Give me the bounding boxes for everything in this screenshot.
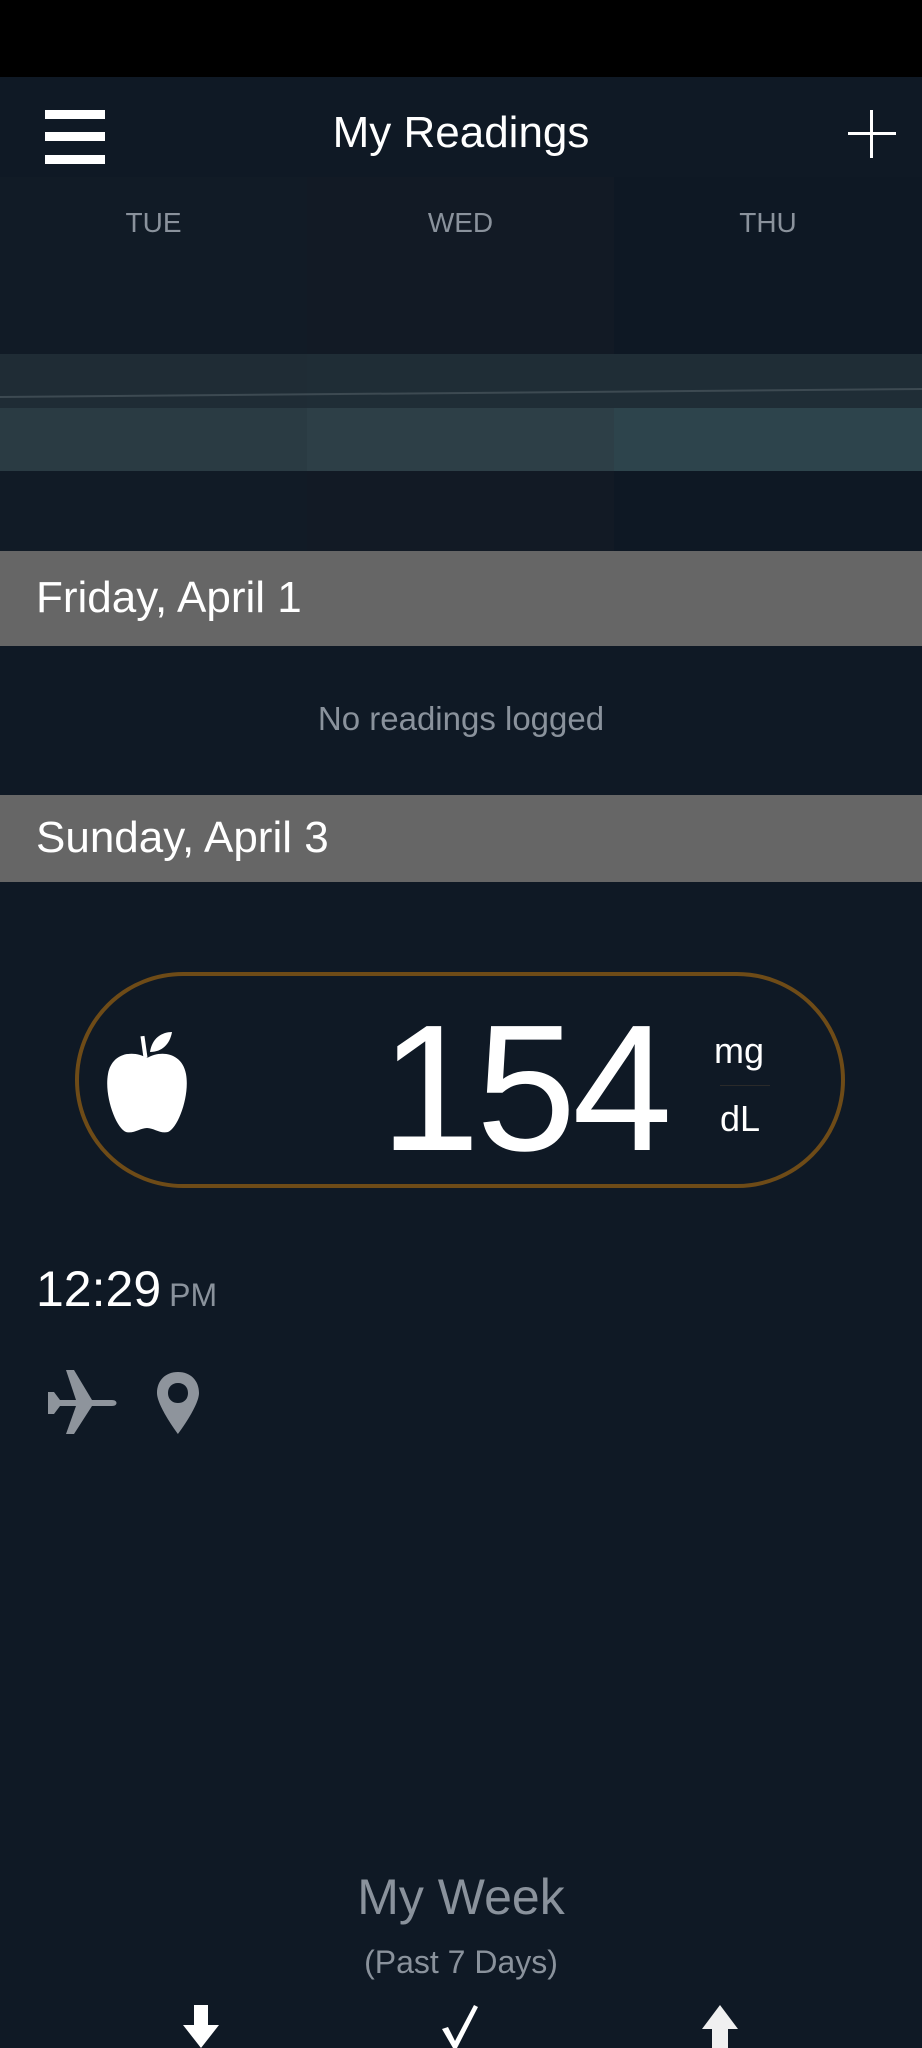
checkmark-icon: [442, 2005, 478, 2048]
status-bar: [0, 0, 922, 77]
my-week-title: My Week: [357, 1869, 565, 1925]
reading-time: 12:29 PM: [36, 1260, 217, 1318]
day-column-tue[interactable]: TUE: [0, 177, 307, 551]
section-date: Sunday, April 3: [36, 813, 329, 862]
day-column-thu[interactable]: THU: [614, 177, 922, 551]
day-label: TUE: [125, 207, 182, 238]
section-header-friday: Friday, April 1: [0, 551, 922, 646]
target-range-band-lower: [307, 408, 614, 471]
unit-numerator: mg: [714, 1030, 765, 1071]
page-title: My Readings: [332, 108, 590, 157]
time-value: 12:29: [36, 1261, 162, 1317]
arrow-up-icon: [702, 2005, 738, 2048]
section-header-sunday: Sunday, April 3: [0, 795, 922, 882]
arrow-down-icon: [183, 2005, 219, 2048]
day-column-wed[interactable]: WED: [307, 177, 614, 551]
day-label: THU: [739, 207, 797, 238]
glucose-value: 154: [380, 988, 672, 1189]
day-label: WED: [427, 207, 494, 238]
airplane-icon[interactable]: [46, 1368, 118, 1436]
unit-divider: [720, 1085, 770, 1086]
week-trend-strip[interactable]: TUE WED THU: [0, 177, 922, 551]
empty-state-text: No readings logged: [317, 700, 605, 737]
my-week-subtitle: (Past 7 Days): [364, 1944, 558, 1980]
trend-line: [0, 388, 922, 398]
add-reading-button[interactable]: [848, 110, 896, 158]
target-range-band-lower: [0, 408, 307, 471]
section-date: Friday, April 1: [36, 573, 302, 622]
location-pin-icon[interactable]: [155, 1370, 201, 1436]
time-ampm: PM: [169, 1277, 218, 1313]
target-range-band-lower: [614, 408, 922, 471]
unit-denominator: dL: [720, 1098, 761, 1139]
apple-icon: [107, 1032, 187, 1133]
